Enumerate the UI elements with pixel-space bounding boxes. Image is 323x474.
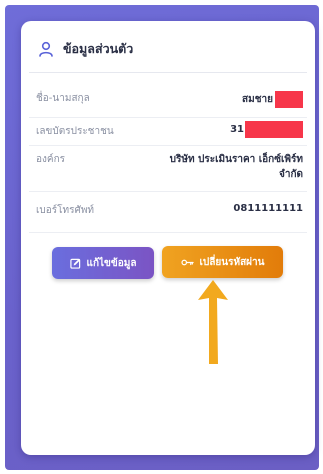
- change-password-label: เปลี่ยนรหัสผ่าน: [199, 256, 265, 268]
- key-icon: [180, 259, 194, 265]
- header-divider: [29, 72, 307, 73]
- name-label: ชื่อ-นามสกุล: [36, 93, 90, 104]
- card-title: ข้อมูลส่วนตัว: [63, 41, 134, 56]
- redaction-box: [245, 121, 303, 138]
- card-header: ข้อมูลส่วนตัว: [38, 39, 133, 59]
- edit-profile-label: แก้ไขข้อมูล: [86, 257, 137, 269]
- phone-label: เบอร์โทรศัพท์: [36, 205, 95, 216]
- id-card-row: เลขบัตรประชาชน 31: [36, 121, 303, 139]
- arrow-up-icon: [198, 280, 228, 364]
- name-row: ชื่อ-นามสกุล สมชาย: [36, 91, 303, 108]
- edit-profile-button[interactable]: แก้ไขข้อมูล: [52, 247, 154, 279]
- change-password-button[interactable]: เปลี่ยนรหัสผ่าน: [162, 246, 283, 278]
- name-value-group: สมชาย: [242, 91, 303, 108]
- name-value: สมชาย: [242, 94, 273, 105]
- profile-card: ข้อมูลส่วนตัว ชื่อ-นามสกุล สมชาย เลขบัตร…: [21, 21, 315, 455]
- row-divider: [29, 232, 307, 233]
- organization-value: บริษัท ประเมินราคา เอ็กซ์เพิร์ท จำกัด: [169, 154, 303, 180]
- redaction-box: [275, 91, 303, 108]
- row-divider: [29, 117, 307, 118]
- phone-value: 0811111111: [233, 203, 303, 214]
- user-icon: [39, 41, 53, 57]
- edit-icon: [69, 258, 80, 269]
- id-card-value: 31: [230, 124, 244, 135]
- id-card-label: เลขบัตรประชาชน: [36, 126, 114, 137]
- id-card-value-group: 31: [230, 121, 303, 138]
- phone-row: เบอร์โทรศัพท์ 0811111111: [36, 203, 303, 218]
- organization-label: องค์กร: [36, 154, 66, 165]
- row-divider: [29, 145, 307, 146]
- organization-row: องค์กร บริษัท ประเมินราคา เอ็กซ์เพิร์ท จ…: [36, 152, 303, 182]
- row-divider: [29, 191, 307, 192]
